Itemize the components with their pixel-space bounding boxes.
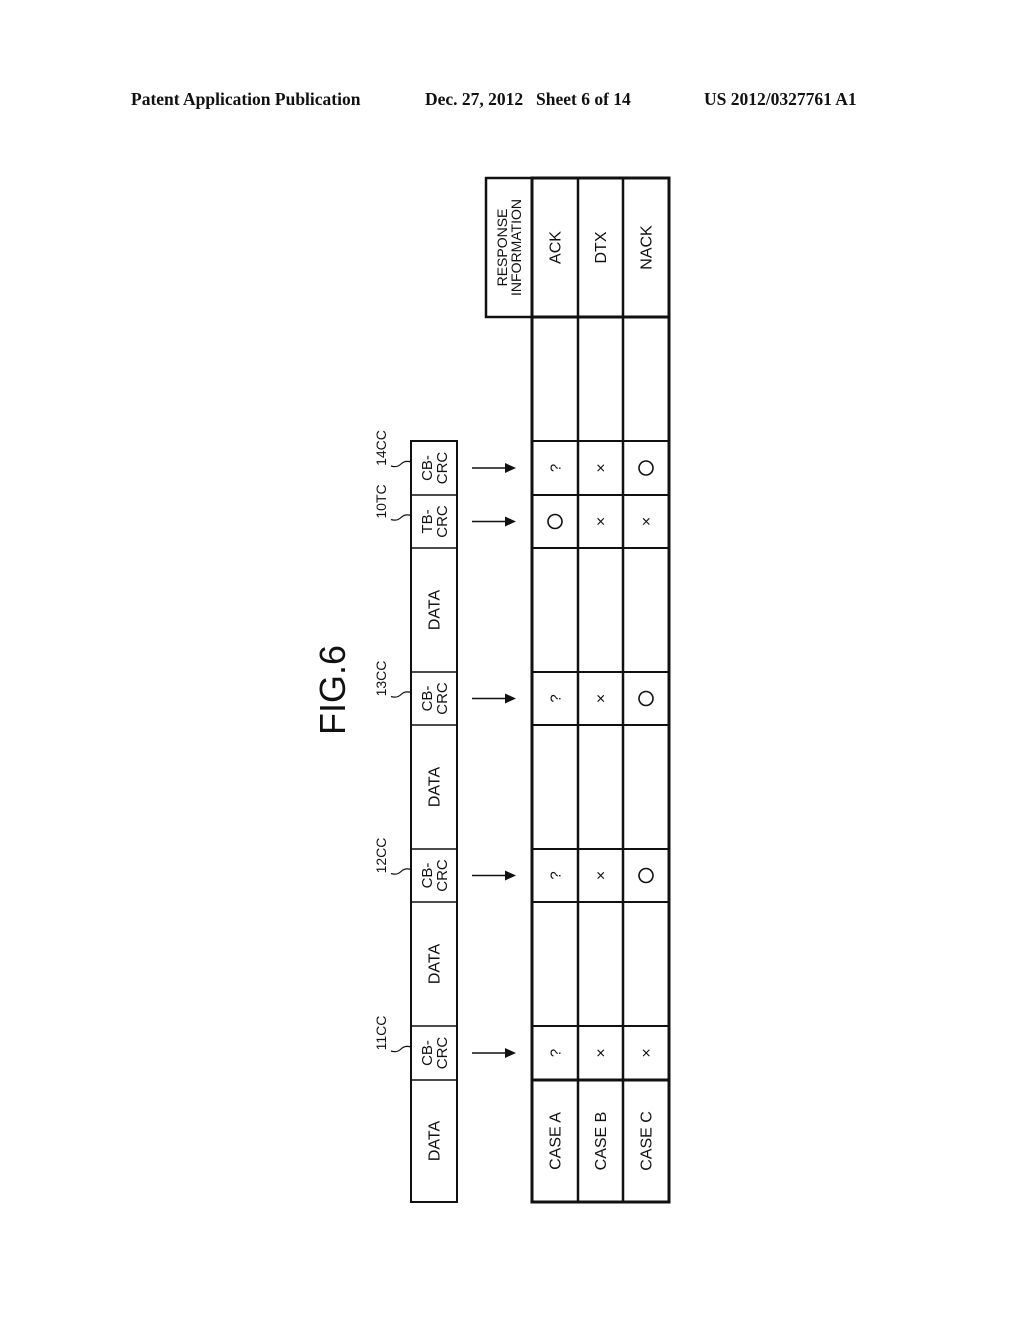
check-error-mark: × (593, 1048, 610, 1057)
response-cell: ACK (548, 231, 565, 264)
response-information-label: RESPONSEINFORMATION (494, 199, 524, 296)
check-unknown-mark: ? (547, 464, 564, 472)
reference-label: 13CC (373, 661, 389, 697)
case-label: CASE A (548, 1112, 565, 1170)
check-unknown-mark: ? (547, 694, 564, 702)
check-error-mark: × (593, 871, 610, 880)
crc-segment: TB-CRC (419, 505, 451, 538)
data-segment: DATA (427, 944, 444, 985)
check-unknown-mark: ? (547, 1049, 564, 1057)
check-ok-mark (638, 690, 654, 707)
response-table: RESPONSEINFORMATION ACK DTX NACK CASE A CASE … (484, 176, 671, 1204)
arrow-head (505, 870, 516, 881)
leader-squiggle (390, 691, 412, 698)
check-ok-mark (547, 513, 563, 530)
case-label: CASE C (639, 1111, 656, 1171)
crc-segment: CB-CRC (419, 452, 451, 485)
arrows (472, 463, 516, 1058)
reference-label: 12CC (373, 838, 389, 874)
check-unknown-mark: ? (547, 871, 564, 879)
check-error-mark: × (639, 1048, 656, 1057)
arrow-head (505, 693, 516, 704)
data-segment: DATA (427, 1121, 444, 1162)
reference-label: 10TC (373, 484, 389, 518)
arrow-head (505, 1048, 516, 1058)
crc-segment: CB-CRC (419, 1037, 451, 1070)
crc-segment: CB-CRC (419, 682, 451, 715)
data-segment: DATA (427, 590, 444, 631)
response-cell: NACK (639, 225, 656, 270)
figure-title: FIG.6 (312, 645, 353, 735)
check-ok-mark (638, 867, 654, 884)
arrow-head (505, 516, 516, 527)
leader-squiggle (390, 460, 412, 468)
leader-squiggle (390, 868, 412, 875)
leader-squiggle (390, 514, 412, 521)
transport-block: DATA CB-CRC 11CC DATA CB-CRC 12CC DATA CB-CRC 13… (373, 430, 458, 1203)
check-ok-mark (638, 460, 654, 476)
transport-block-outline (410, 440, 458, 1203)
reference-label: 11CC (373, 1016, 389, 1051)
leader-squiggle (390, 1045, 412, 1053)
check-error-mark: × (593, 517, 610, 526)
case-label: CASE B (593, 1112, 610, 1171)
figure-6-diagram: FIG.6 DATA CB-CRC 11CC DATA CB-CRC 12CC DATA CB… (312, 176, 671, 1204)
check-error-mark: × (639, 517, 656, 526)
reference-label: 14CC (373, 430, 389, 466)
crc-segment: CB-CRC (419, 859, 451, 892)
response-cell: DTX (593, 231, 610, 263)
check-error-mark: × (593, 463, 610, 472)
data-segment: DATA (427, 767, 444, 808)
check-error-mark: × (593, 694, 610, 703)
arrow-head (505, 463, 516, 473)
